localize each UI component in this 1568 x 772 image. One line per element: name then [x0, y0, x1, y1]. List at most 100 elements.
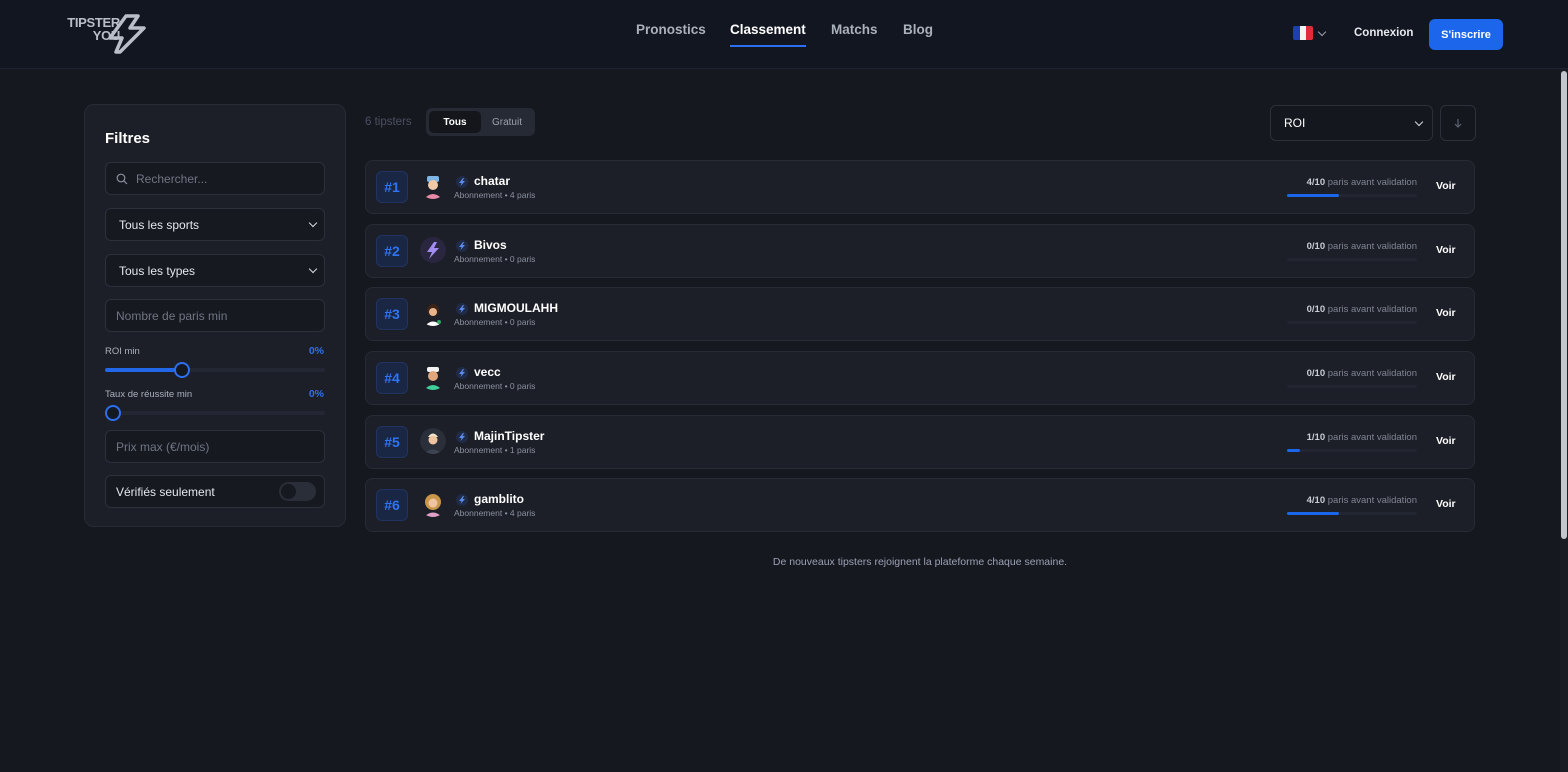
- validation-progress-fill: [1287, 512, 1339, 515]
- validation-progress-text: 1/10 paris avant validation: [1307, 432, 1417, 443]
- sport-select-value: Tous les sports: [119, 217, 200, 232]
- view-tipster-button[interactable]: Voir: [1436, 371, 1456, 383]
- tipster-name[interactable]: vecc: [474, 365, 501, 379]
- arrow-down-icon: [1454, 119, 1462, 128]
- min-bets-placeholder: Nombre de paris min: [116, 308, 228, 323]
- tipster-row[interactable]: #1 chatar Abonnement • 4 paris 4/10 paris a…: [365, 160, 1475, 214]
- success-rate-label: Taux de réussite min: [105, 389, 193, 400]
- roi-slider-thumb[interactable]: [174, 362, 190, 378]
- segment-free-button[interactable]: Gratuit: [482, 111, 532, 133]
- validation-progress-count: 0/10: [1306, 241, 1326, 252]
- search-input[interactable]: Rechercher...: [105, 162, 325, 195]
- avatar-chatar: [420, 173, 446, 199]
- success-rate-slider[interactable]: [105, 405, 325, 421]
- min-bets-input[interactable]: Nombre de paris min: [105, 299, 325, 332]
- roi-label: ROI min: [105, 346, 140, 357]
- tipster-name[interactable]: chatar: [474, 174, 510, 188]
- tipster-subtitle: Abonnement • 0 paris: [454, 381, 536, 391]
- bolt-icon: [456, 431, 468, 443]
- validation-progress-label: paris avant validation: [1327, 368, 1417, 379]
- sport-select[interactable]: Tous les sports: [105, 208, 325, 241]
- rank-badge: #1: [376, 171, 408, 203]
- chevron-down-icon: [1317, 27, 1327, 36]
- logo[interactable]: TIPSTER YOU: [64, 14, 148, 54]
- validation-progress-count: 1/10: [1306, 432, 1326, 443]
- tipster-name[interactable]: MIGMOULAHH: [474, 301, 558, 315]
- roi-value: 0%: [308, 345, 324, 357]
- tipster-name[interactable]: MajinTipster: [474, 429, 544, 443]
- view-tipster-button[interactable]: Voir: [1436, 498, 1456, 510]
- view-tipster-button[interactable]: Voir: [1436, 307, 1456, 319]
- signup-button[interactable]: S'inscrire: [1429, 19, 1503, 50]
- tipster-name[interactable]: Bivos: [474, 238, 507, 252]
- chevron-down-icon: [1414, 117, 1424, 126]
- chevron-down-icon: [308, 264, 318, 274]
- rank-badge: #6: [376, 489, 408, 521]
- toggle-knob: [281, 484, 296, 499]
- flag-fr-icon: [1293, 26, 1313, 40]
- validation-progress-label: paris avant validation: [1327, 241, 1417, 252]
- view-tipster-button[interactable]: Voir: [1436, 180, 1456, 192]
- tipster-subtitle: Abonnement • 0 paris: [454, 317, 536, 327]
- validation-progress-label: paris avant validation: [1327, 177, 1417, 188]
- validation-progress-fill: [1287, 449, 1300, 452]
- sort-direction-button[interactable]: [1440, 105, 1476, 141]
- avatar-bivos: [420, 237, 446, 263]
- avatar-migmoulahh: [420, 300, 446, 326]
- segment-all-button[interactable]: Tous: [429, 111, 481, 133]
- page-scrollbar[interactable]: [1560, 69, 1568, 772]
- language-selector[interactable]: [1293, 26, 1327, 40]
- validation-progress-text: 0/10 paris avant validation: [1307, 368, 1417, 379]
- search-icon: [116, 173, 128, 184]
- nav-pronostics[interactable]: Pronostics: [636, 22, 706, 45]
- rank-badge: #2: [376, 235, 408, 267]
- validation-progress-bar: [1287, 194, 1417, 197]
- validation-progress-count: 0/10: [1306, 368, 1326, 379]
- validation-progress-count: 0/10: [1306, 304, 1326, 315]
- tipster-subtitle: Abonnement • 0 paris: [454, 254, 536, 264]
- sort-select[interactable]: ROI: [1270, 105, 1433, 141]
- tipster-subtitle: Abonnement • 4 paris: [454, 190, 536, 200]
- view-tipster-button[interactable]: Voir: [1436, 435, 1456, 447]
- logo-bolt-icon: [108, 14, 146, 54]
- max-price-placeholder: Prix max (€/mois): [116, 439, 210, 454]
- nav-blog[interactable]: Blog: [903, 22, 933, 45]
- validation-progress-bar: [1287, 449, 1417, 452]
- validation-progress-fill: [1287, 194, 1339, 197]
- tipster-row[interactable]: #4 vecc Abonnement • 0 paris 0/10 paris ava…: [365, 351, 1475, 405]
- verified-only-label: Vérifiés seulement: [116, 485, 215, 499]
- validation-progress-bar: [1287, 321, 1417, 324]
- bolt-icon: [456, 367, 468, 379]
- validation-progress-text: 0/10 paris avant validation: [1307, 241, 1417, 252]
- nav-matchs[interactable]: Matchs: [831, 22, 878, 45]
- footer-note: De nouveaux tipsters rejoignent la plate…: [772, 556, 1068, 568]
- view-tipster-button[interactable]: Voir: [1436, 244, 1456, 256]
- tipster-name[interactable]: gamblito: [474, 492, 524, 506]
- validation-progress-bar: [1287, 258, 1417, 261]
- bolt-icon: [456, 240, 468, 252]
- tipster-subtitle: Abonnement • 4 paris: [454, 508, 536, 518]
- type-select-value: Tous les types: [119, 263, 196, 278]
- roi-slider-fill: [105, 368, 182, 372]
- roi-slider[interactable]: [105, 362, 325, 378]
- tipster-row[interactable]: #5 MajinTipster Abonnement • 1 paris 1/10 p…: [365, 415, 1475, 469]
- tipster-row[interactable]: #2 Bivos Abonnement • 0 paris 0/10 paris av…: [365, 224, 1475, 278]
- top-header: TIPSTER YOU Pronostics Classement Matchs…: [0, 0, 1568, 69]
- validation-progress-label: paris avant validation: [1327, 304, 1417, 315]
- rank-badge: #4: [376, 362, 408, 394]
- type-select[interactable]: Tous les types: [105, 254, 325, 287]
- pricing-segment: Tous Gratuit: [426, 108, 535, 136]
- nav-classement[interactable]: Classement: [730, 22, 806, 47]
- tipster-row[interactable]: #3 MIGMOULAHH Abonnement • 0 paris 0/10 par…: [365, 287, 1475, 341]
- login-button[interactable]: Connexion: [1354, 27, 1413, 39]
- validation-progress-count: 4/10: [1306, 177, 1326, 188]
- filters-title: Filtres: [105, 130, 151, 147]
- verified-only-toggle[interactable]: [279, 482, 316, 501]
- rank-badge: #3: [376, 298, 408, 330]
- success-rate-slider-thumb[interactable]: [105, 405, 121, 421]
- tipster-row[interactable]: #6 gamblito Abonnement • 4 paris 4/10 paris…: [365, 478, 1475, 532]
- validation-progress-bar: [1287, 385, 1417, 388]
- max-price-input[interactable]: Prix max (€/mois): [105, 430, 325, 463]
- scrollbar-thumb[interactable]: [1561, 71, 1567, 539]
- bolt-icon: [456, 176, 468, 188]
